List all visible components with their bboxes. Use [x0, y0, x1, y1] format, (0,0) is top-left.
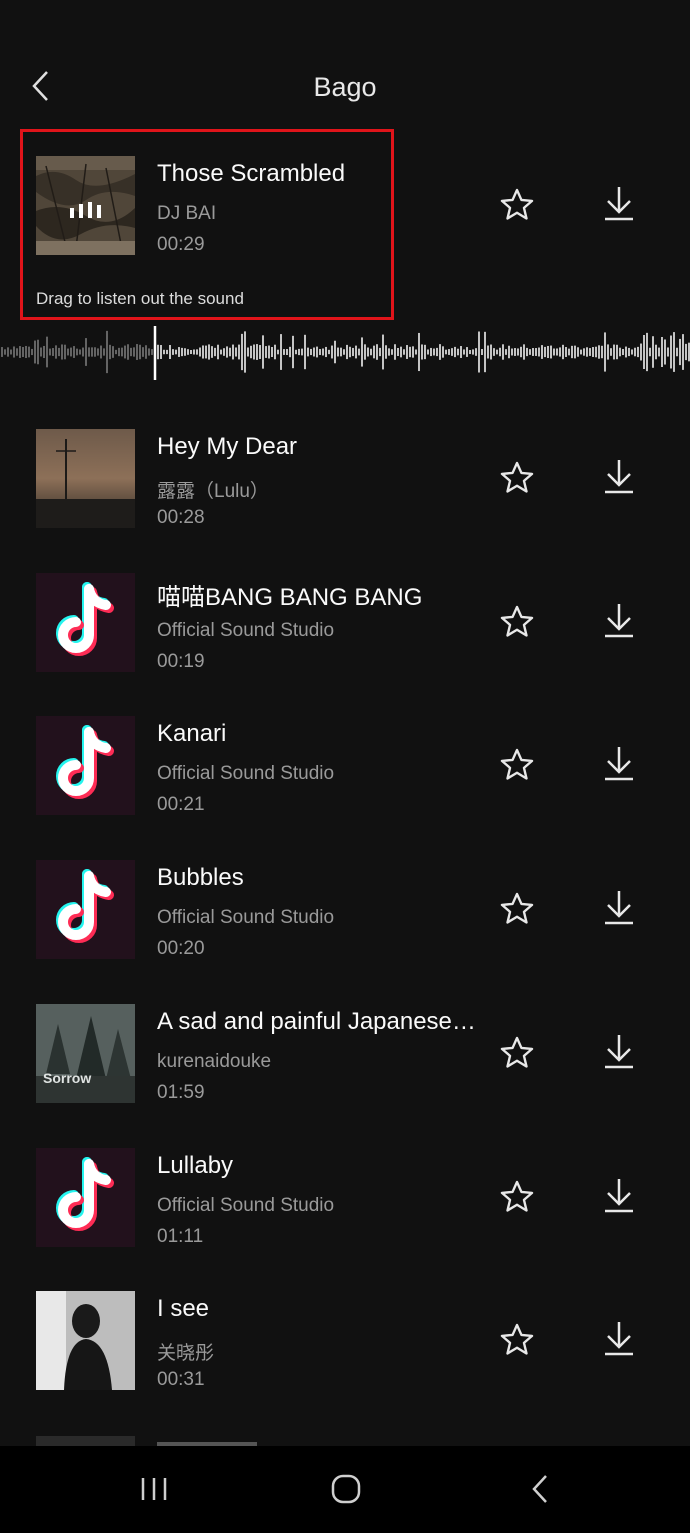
track-row[interactable]: Kanari Official Sound Studio 00:21	[0, 716, 690, 826]
track-row[interactable]: Lullaby Official Sound Studio 01:11	[0, 1148, 690, 1258]
track-artist: 露露（Lulu）	[157, 481, 269, 502]
download-icon	[605, 1179, 633, 1213]
favorite-button[interactable]	[498, 890, 536, 928]
system-nav-bar	[0, 1446, 690, 1533]
cover-text: Sorrow	[43, 1070, 92, 1086]
download-icon	[605, 604, 633, 638]
track-cover	[36, 429, 135, 528]
track-artist: Official Sound Studio	[157, 907, 335, 928]
star-icon	[500, 892, 534, 924]
track-title: I see	[157, 1295, 210, 1322]
track-duration: 00:31	[157, 1369, 205, 1390]
star-icon	[500, 1323, 534, 1355]
favorite-button[interactable]	[498, 1034, 536, 1072]
recent-apps-icon	[141, 1478, 167, 1500]
partial-track-title	[157, 1436, 277, 1446]
home-button[interactable]	[322, 1466, 370, 1512]
download-button[interactable]	[600, 744, 638, 784]
track-title: Bubbles	[157, 864, 244, 891]
track-row[interactable]: Bubbles Official Sound Studio 00:20	[0, 860, 690, 970]
track-title: Hey My Dear	[157, 433, 298, 460]
download-icon	[605, 747, 633, 781]
track-cover	[36, 716, 135, 815]
track-cover: Sorrow	[36, 1004, 135, 1103]
track-duration: 01:11	[157, 1226, 204, 1247]
track-duration: 00:21	[157, 794, 205, 815]
cover-image	[36, 1291, 135, 1390]
favorite-button[interactable]	[498, 1321, 536, 1359]
track-title: Lullaby	[157, 1152, 234, 1179]
tiktok-logo-icon	[36, 573, 135, 672]
track-duration: 00:19	[157, 651, 205, 672]
download-icon	[605, 187, 633, 221]
download-icon	[605, 1035, 633, 1069]
drag-hint: Drag to listen out the sound	[36, 289, 244, 308]
star-icon	[500, 1036, 534, 1068]
cover-image	[36, 429, 135, 528]
nav-back-button[interactable]	[516, 1466, 564, 1512]
star-icon	[500, 605, 534, 637]
partial-track-row	[36, 1436, 135, 1446]
star-icon	[500, 461, 534, 493]
track-cover	[36, 860, 135, 959]
favorite-button[interactable]	[498, 186, 536, 224]
track-duration: 00:20	[157, 938, 205, 959]
track-artist: Official Sound Studio	[157, 1195, 335, 1216]
star-icon	[500, 748, 534, 780]
track-cover	[36, 573, 135, 672]
download-icon	[605, 460, 633, 494]
track-artist: Official Sound Studio	[157, 763, 335, 784]
download-button[interactable]	[600, 1319, 638, 1359]
header: Bago	[0, 0, 690, 130]
track-duration: 00:28	[157, 507, 205, 528]
waveform-scrubber[interactable]	[0, 326, 690, 380]
download-icon	[605, 891, 633, 925]
track-cover	[36, 1148, 135, 1247]
track-artist: kurenaidouke	[157, 1051, 272, 1072]
track-cover	[36, 1291, 135, 1390]
download-button[interactable]	[600, 1176, 638, 1216]
track-duration: 01:59	[157, 1082, 205, 1103]
favorite-button[interactable]	[498, 1178, 536, 1216]
download-icon	[605, 1322, 633, 1356]
track-artist: Official Sound Studio	[157, 620, 335, 641]
download-button[interactable]	[600, 184, 638, 224]
track-title: Kanari	[157, 720, 227, 747]
back-icon	[532, 1475, 547, 1503]
star-icon	[500, 188, 534, 220]
tiktok-logo-icon	[36, 1148, 135, 1247]
tiktok-logo-icon	[36, 860, 135, 959]
favorite-button[interactable]	[498, 746, 536, 784]
download-button[interactable]	[600, 1032, 638, 1072]
track-artist: 关晓彤	[157, 1343, 215, 1364]
recent-apps-button[interactable]	[130, 1466, 178, 1512]
download-button[interactable]	[600, 457, 638, 497]
page-title: Bago	[313, 72, 377, 102]
cover-image	[36, 1004, 135, 1103]
star-icon	[500, 1180, 534, 1212]
track-row[interactable]: Sorrow A sad and painful Japanese… kurenai…	[0, 1004, 690, 1114]
track-row[interactable]: 喵喵BANG BANG BANG Official Sound Studio 00:…	[0, 573, 690, 683]
favorite-button[interactable]	[498, 603, 536, 641]
favorite-button[interactable]	[498, 459, 536, 497]
track-row[interactable]: Hey My Dear 露露（Lulu） 00:28	[0, 429, 690, 539]
download-button[interactable]	[600, 601, 638, 641]
tiktok-logo-icon	[36, 716, 135, 815]
track-title: A sad and painful Japanese…	[157, 1008, 476, 1035]
download-button[interactable]	[600, 888, 638, 928]
track-title: 喵喵BANG BANG BANG	[157, 584, 423, 611]
home-icon	[331, 1474, 361, 1504]
track-row[interactable]: I see 关晓彤 00:31	[0, 1291, 690, 1401]
